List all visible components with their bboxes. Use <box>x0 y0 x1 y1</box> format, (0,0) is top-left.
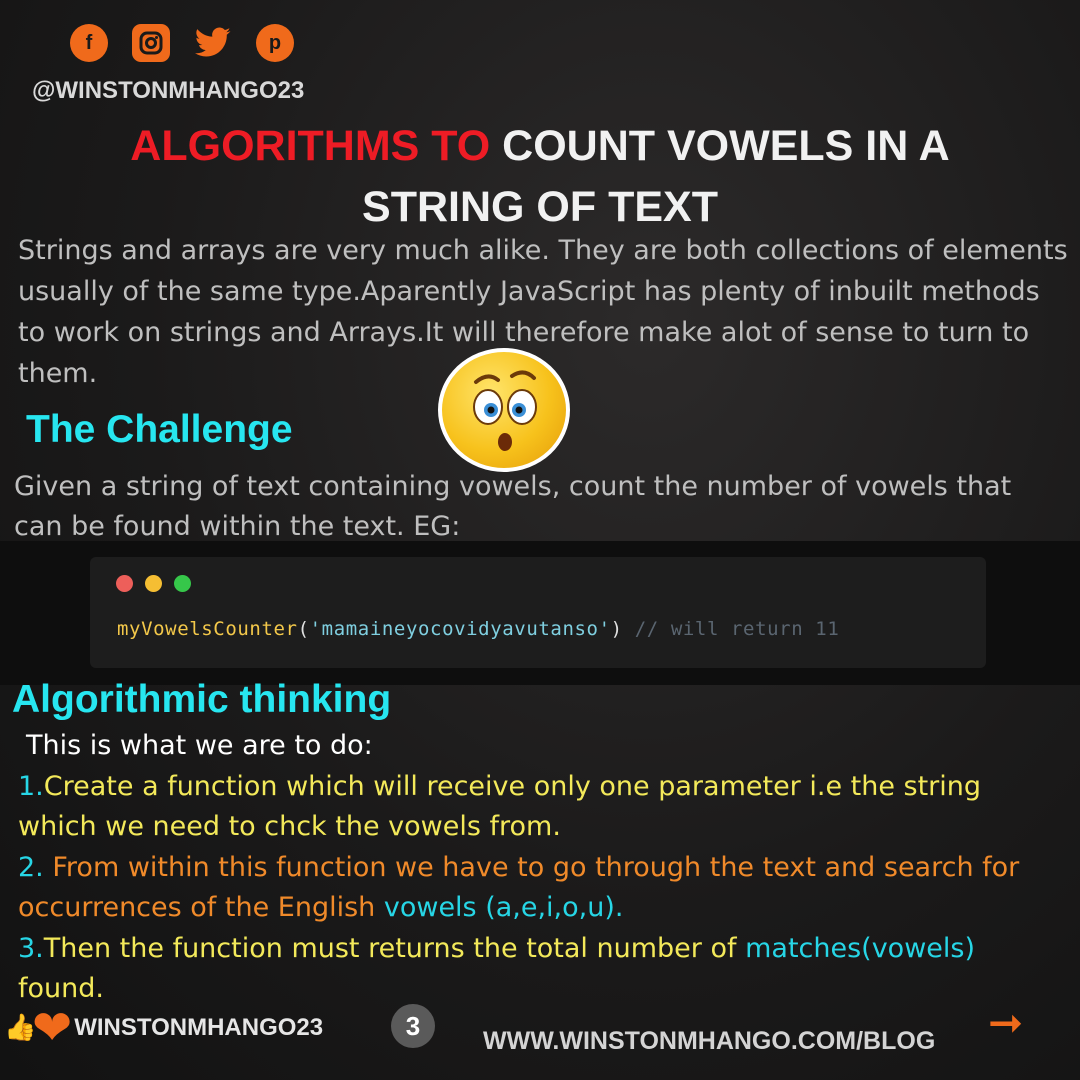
step-3-matches: matches(vowels) <box>745 932 975 964</box>
heart-icon[interactable]: ❤ <box>32 1004 72 1052</box>
title-white-part-1: COUNT VOWELS IN A <box>490 122 950 170</box>
code-window <box>90 557 986 668</box>
algorithm-heading: Algorithmic thinking <box>12 678 392 721</box>
code-line: myVowelsCounter('mamaineyocovidyavutanso… <box>117 618 839 640</box>
window-controls <box>116 575 191 592</box>
twitter-icon[interactable] <box>194 24 232 62</box>
title-white-part-2: STRING OF TEXT <box>362 183 718 231</box>
arrow-right-icon[interactable]: ➞ <box>988 998 1023 1047</box>
blog-url[interactable]: WWW.WINSTONMHANGO.COM/BLOG <box>483 1027 935 1056</box>
code-open-paren: ( <box>297 618 310 640</box>
social-handle: @WINSTONMHANGO23 <box>32 77 305 104</box>
algorithm-steps: This is what we are to do: 1.Create a fu… <box>18 726 1068 1010</box>
footer-handle: WINSTONMHANGO23 <box>74 1014 324 1041</box>
facebook-icon[interactable]: f <box>70 24 108 62</box>
pinterest-icon[interactable]: p <box>256 24 294 62</box>
code-close-paren: ) <box>610 618 623 640</box>
step-3-text: Then the function must returns the total… <box>43 932 746 964</box>
step-1-text: Create a function which will receive onl… <box>18 770 982 843</box>
minimize-dot-icon <box>145 575 162 592</box>
code-comment: // will return 11 <box>622 618 840 640</box>
instagram-icon[interactable] <box>132 24 170 62</box>
code-argument: 'mamaineyocovidyavutanso' <box>309 618 611 640</box>
algorithm-intro: This is what we are to do: <box>26 730 373 761</box>
worried-emoji-icon <box>438 348 570 472</box>
footer-like-handle: 👍 ❤ WINSTONMHANGO23 <box>4 1004 323 1052</box>
step-2-number: 2. <box>18 851 44 883</box>
challenge-heading: The Challenge <box>26 408 293 451</box>
thumbs-up-icon[interactable]: 👍 <box>4 1014 36 1042</box>
close-dot-icon <box>116 575 133 592</box>
step-3-number: 3. <box>18 932 44 964</box>
step-1-number: 1. <box>18 770 44 802</box>
step-2: 2. From within this function we have to … <box>18 848 1068 929</box>
maximize-dot-icon <box>174 575 191 592</box>
step-3: 3.Then the function must returns the tot… <box>18 929 1068 1010</box>
step-1: 1.Create a function which will receive o… <box>18 767 1068 848</box>
code-function-name: myVowelsCounter <box>117 618 298 640</box>
page-number-badge: 3 <box>391 1004 435 1048</box>
step-2-vowels: vowels (a,e,i,o,u). <box>383 892 624 923</box>
social-icons: f p <box>70 24 294 62</box>
title-red-part: ALGORITHMS TO <box>130 122 491 170</box>
page-title: ALGORITHMS TO COUNT VOWELS IN A STRING O… <box>0 116 1080 238</box>
challenge-paragraph: Given a string of text containing vowels… <box>14 471 1012 542</box>
